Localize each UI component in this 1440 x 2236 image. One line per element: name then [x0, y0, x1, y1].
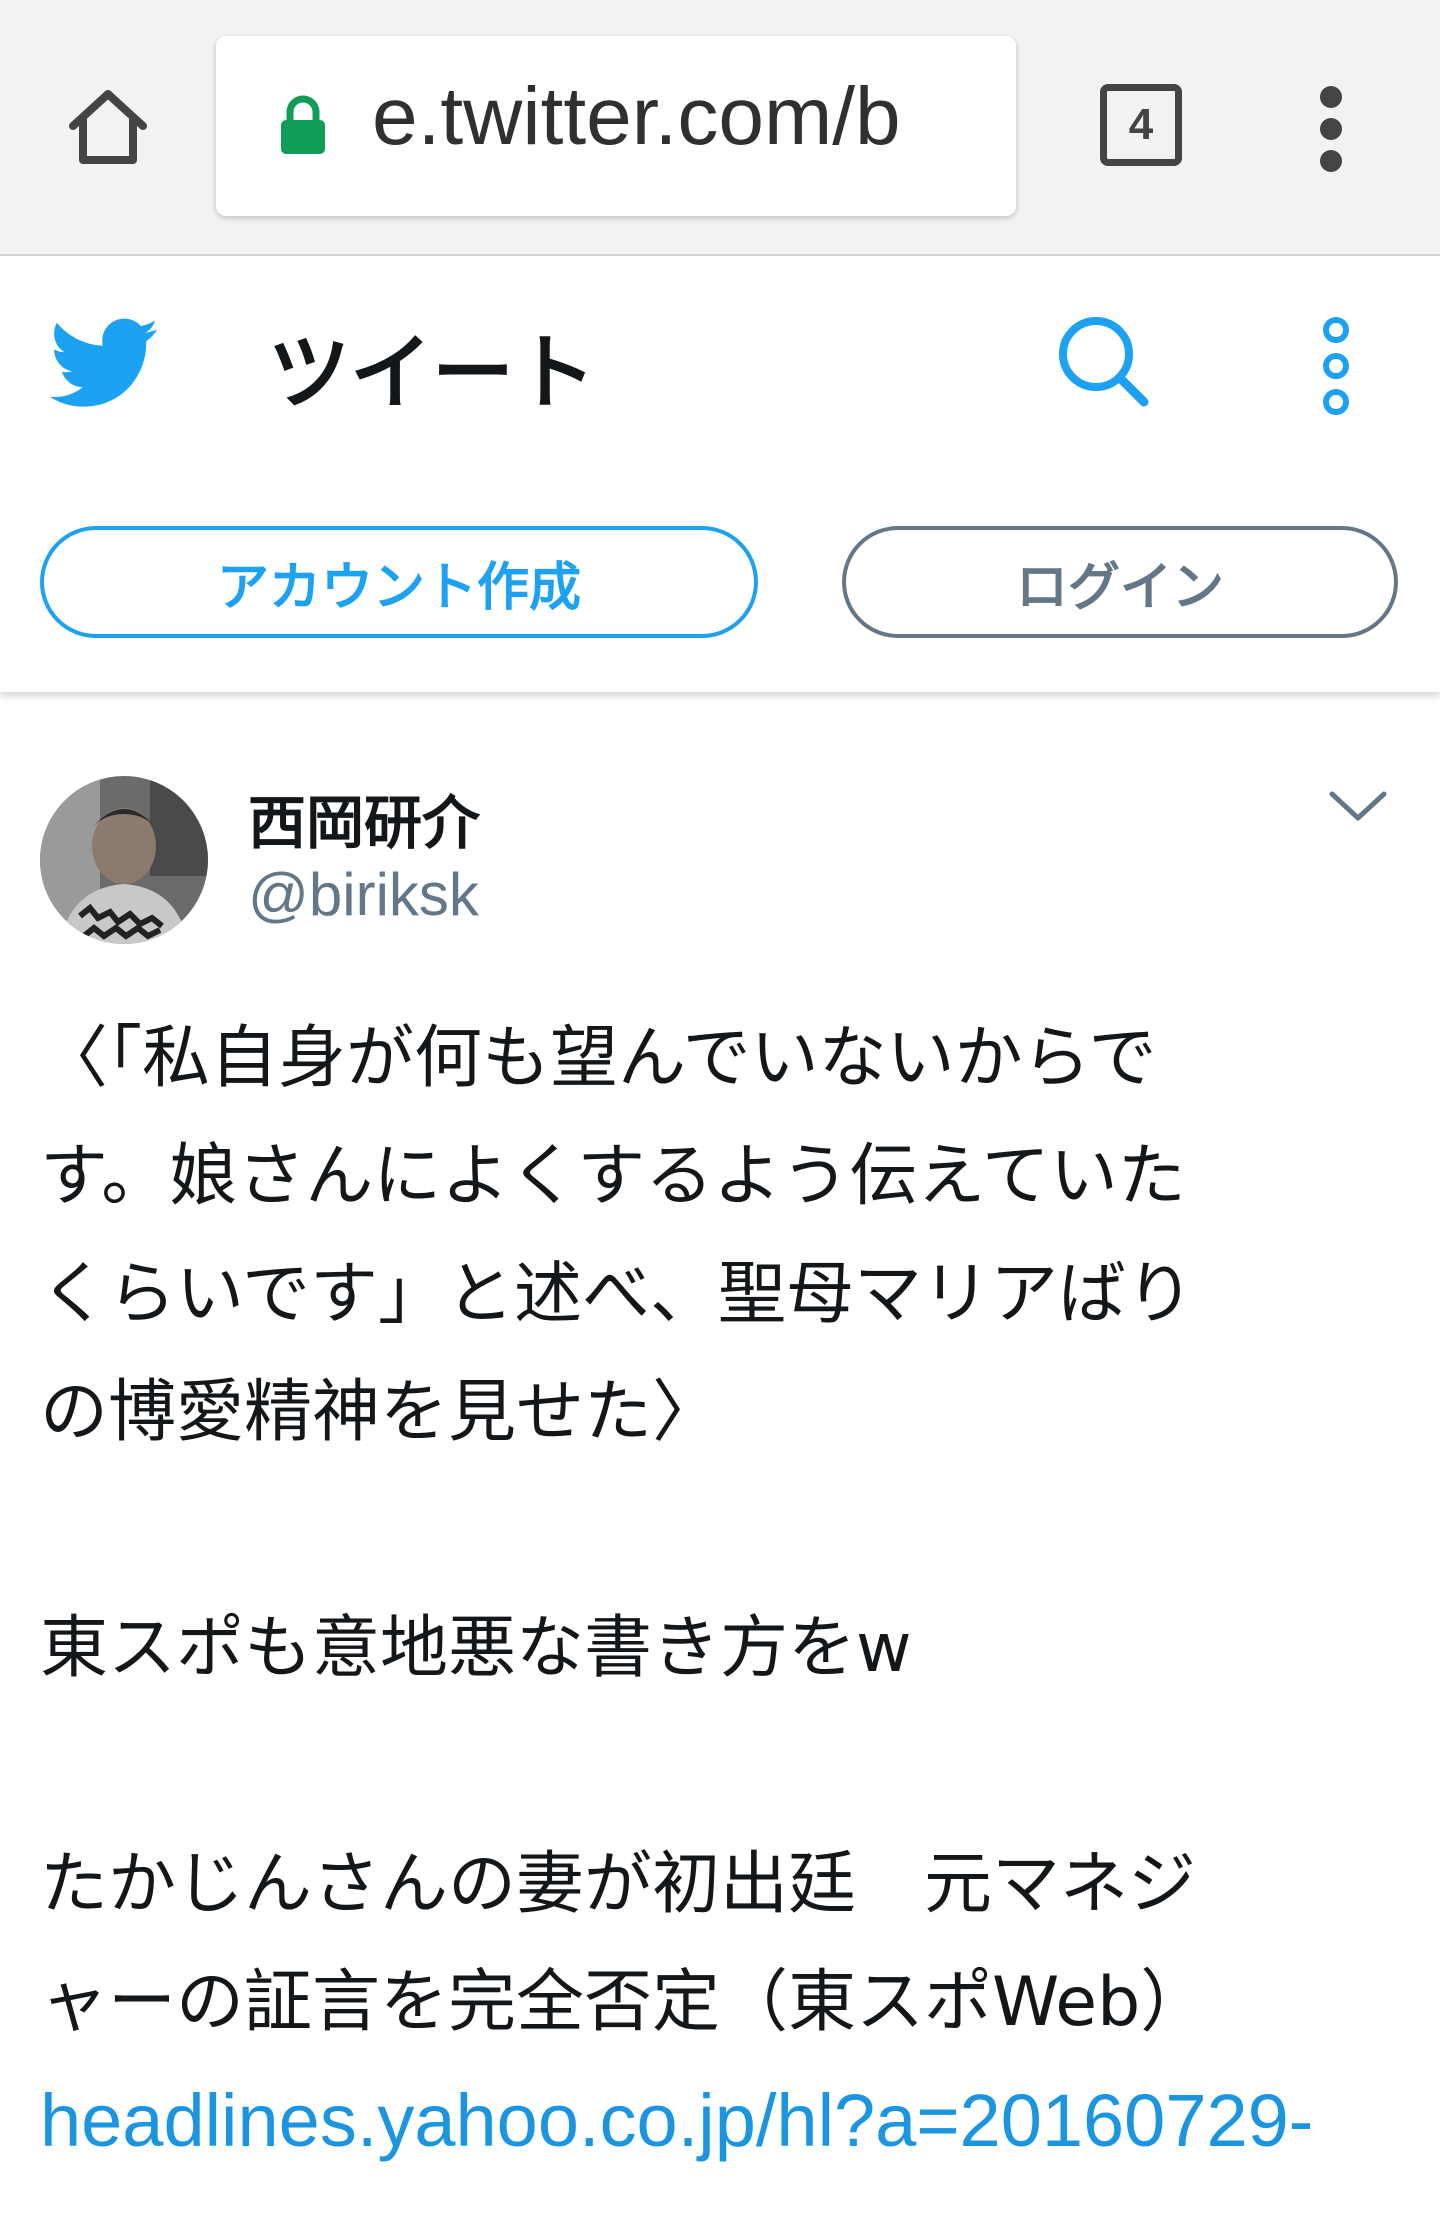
twitter-header: ツイート アカウント作成 ログイン [0, 256, 1440, 692]
tweet-comment: 東スポも意地悪な書き方をw [40, 1609, 912, 1688]
url-fade [956, 36, 1016, 216]
signup-button[interactable]: アカウント作成 [40, 526, 758, 638]
url-text[interactable]: e.twitter.com/b [372, 70, 901, 164]
login-button[interactable]: ログイン [842, 526, 1398, 638]
more-icon[interactable] [1316, 316, 1356, 420]
tweet-line: くらいです」と述べ、聖母マリアばり [40, 1255, 1194, 1334]
tweet-line: の博愛精神を見せた〉 [40, 1373, 721, 1452]
search-icon[interactable] [1054, 312, 1154, 416]
tweet-link[interactable]: headlines.yahoo.co.jp/hl?a=20160729- [40, 2062, 1412, 2180]
headline-line: たかじんさんの妻が初出廷 元マネジ [40, 1845, 1197, 1924]
home-icon[interactable] [62, 80, 154, 172]
tweet-line: 〈「私自身が何も望んでいないからで [40, 1019, 1157, 1098]
chevron-down-icon[interactable] [1326, 786, 1390, 830]
headline-line: ャーの証言を完全否定（東スポWeb） [40, 1963, 1209, 2042]
address-bar[interactable]: e.twitter.com/b [216, 36, 1016, 216]
lock-icon [278, 94, 328, 160]
tweet-text: 〈「私自身が何も望んでいないからで す。娘さんによくするよう伝えていた くらいで… [40, 1000, 1412, 2180]
author-handle[interactable]: @biriksk [248, 860, 479, 929]
twitter-bird-icon[interactable] [49, 318, 160, 414]
browser-toolbar: e.twitter.com/b 4 [0, 0, 1440, 256]
avatar[interactable] [40, 776, 208, 944]
author-name[interactable]: 西岡研介 [248, 776, 480, 860]
menu-icon[interactable] [1316, 86, 1346, 172]
page-title: ツイート [268, 326, 597, 421]
tweet-line: す。娘さんによくするよう伝えていた [40, 1137, 1186, 1216]
tabs-icon[interactable]: 4 [1100, 84, 1182, 166]
